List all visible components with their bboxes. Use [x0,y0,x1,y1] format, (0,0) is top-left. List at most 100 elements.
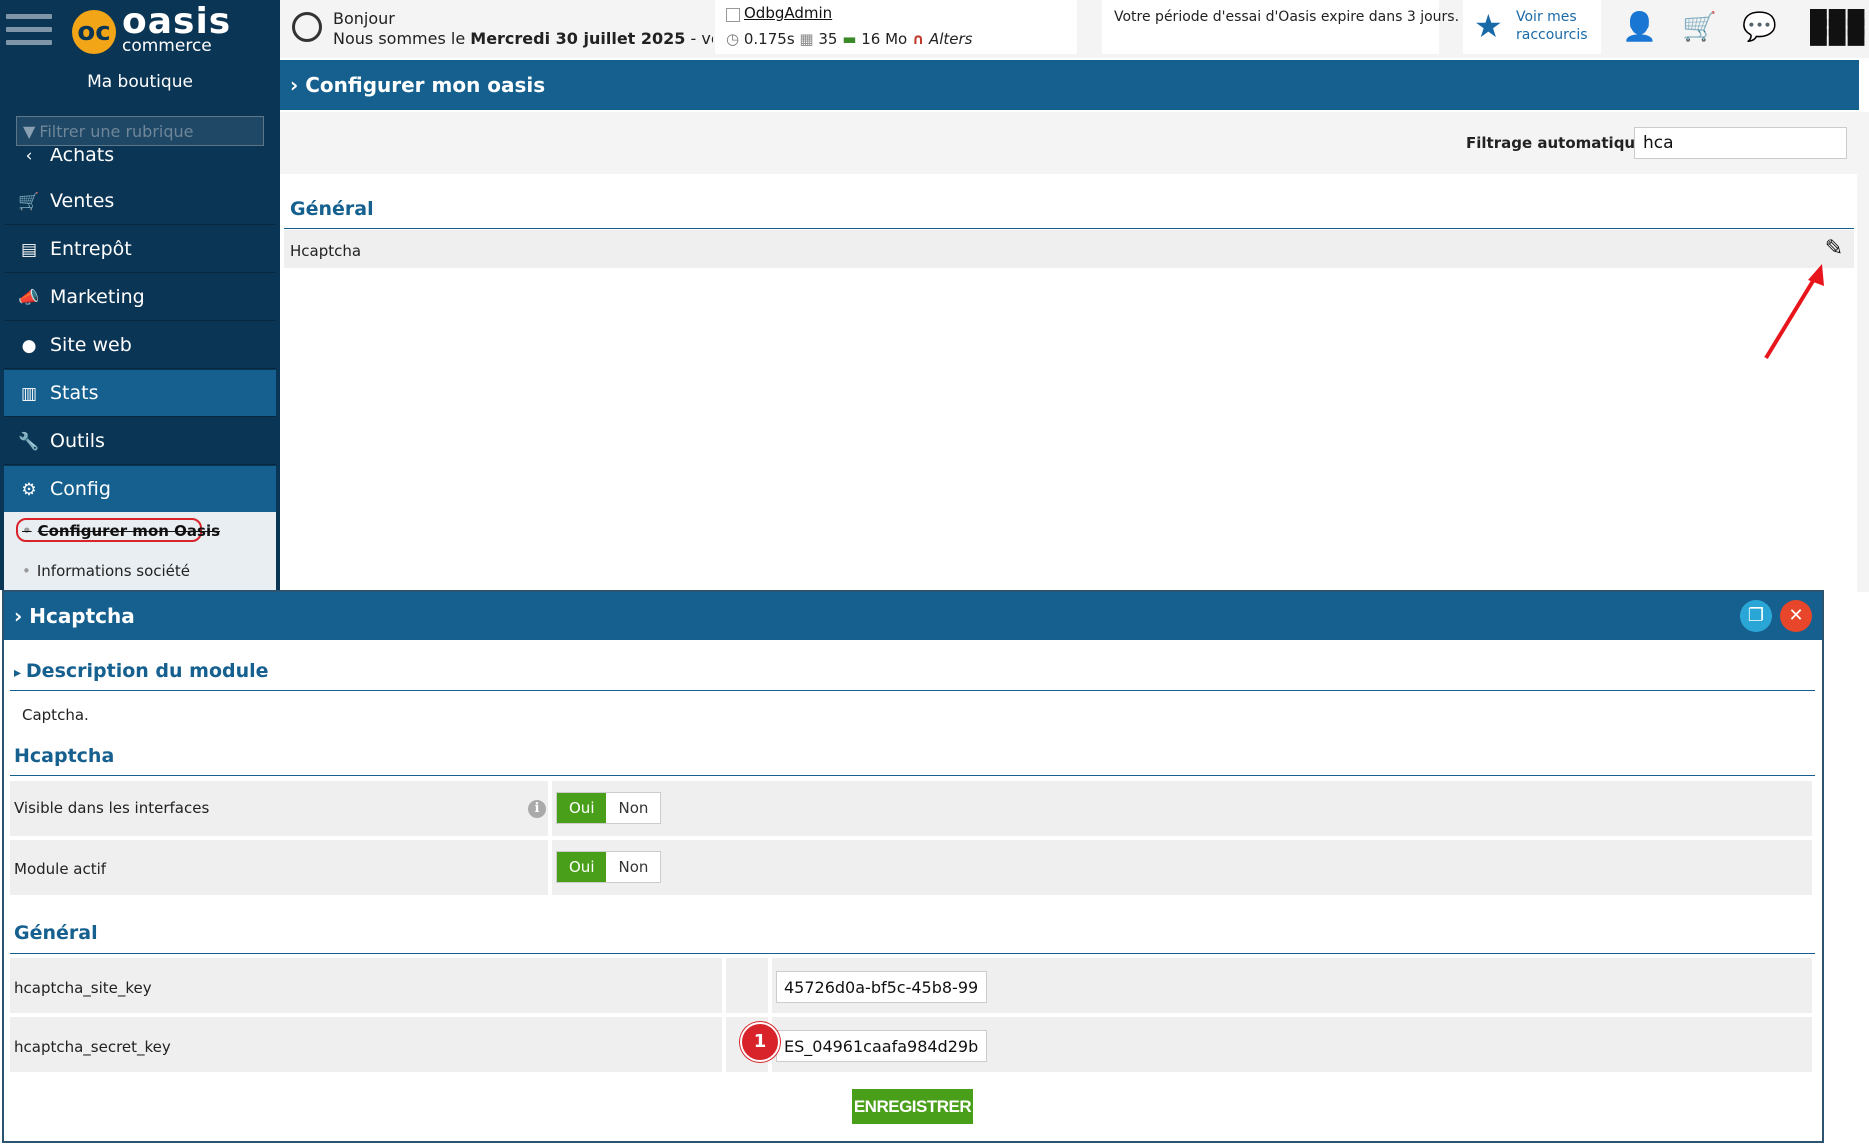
duplicate-window-icon[interactable]: ❐ [1740,600,1772,632]
debug-queries: 35 [818,30,838,48]
submenu-label: Informations société [36,562,191,580]
sidebar-item-label: Outils [50,430,105,452]
truck-icon: ‹ [25,148,33,166]
column-separator [548,840,552,895]
caret-right-icon: ▸ [14,665,26,681]
visible-no-option[interactable]: Non [606,793,660,823]
filter-icon: ▼ [23,122,36,141]
user-icon[interactable]: 👤 [1622,12,1657,42]
active-field-row [10,840,1812,895]
info-icon[interactable]: i [528,800,546,818]
sidebar-item-label: Site web [50,334,132,356]
secret-key-label: hcaptcha_secret_key [14,1038,171,1056]
visible-field-row [10,781,1812,836]
active-field-label: Module actif [14,860,107,878]
secret-key-input[interactable] [776,1030,987,1062]
visible-field-label: Visible dans les interfaces [14,799,210,817]
shortcuts-label[interactable]: Voir mes raccourcis [1516,8,1596,44]
date-line: Nous sommes le Mercredi 30 juillet 2025 … [333,29,713,48]
debug-memory: 16 Mo [861,30,908,48]
sidebar-item-label: Stats [50,382,99,404]
description-title[interactable]: ▸ Description du module [14,660,269,682]
chat-icon[interactable]: 💬 [1742,12,1777,42]
step-badge: 1 [740,1022,780,1062]
apps-grid-icon[interactable]: ■■■ ■■■ ■■■ [1808,6,1866,48]
magnet-icon: ∩ [912,30,925,48]
sidebar-item-marketing[interactable]: 📣 Marketing [4,274,276,321]
column-separator [548,781,552,836]
active-toggle[interactable]: Oui Non [556,851,662,883]
sidebar-item-entrepot[interactable]: ▤ Entrepôt [4,226,276,273]
sidebar-item-config[interactable]: ⚙ Config [4,466,276,513]
sidebar-filter-placeholder: Filtrer une rubrique [39,122,194,141]
sidebar-item-site-web[interactable]: ● Site web [4,322,276,369]
modal-title: › Hcaptcha [4,592,1822,640]
user-avatar-icon[interactable] [292,12,322,42]
active-yes-option[interactable]: Oui [557,852,607,882]
submenu-label: Configurer mon Oasis [37,522,221,540]
trial-message: Votre période d'essai d'Oasis expire dan… [1114,9,1460,25]
submenu-informations-societe[interactable]: • Informations société [22,562,190,580]
page-title-text: Configurer mon oasis [305,73,546,97]
wrench-icon: 🔧 [18,432,40,452]
hcaptcha-row-label: Hcaptcha [290,242,362,260]
shop-name[interactable]: Ma boutique [0,72,280,92]
site-key-input[interactable] [776,971,987,1003]
section-divider [10,953,1815,954]
date-prefix: Nous sommes le [333,29,471,48]
bar-chart-icon: ▥ [20,384,38,404]
sidebar-item-label: Config [50,478,111,500]
visible-toggle[interactable]: Oui Non [556,792,662,824]
logo-subtext: commerce [122,36,212,56]
section-divider [10,775,1815,776]
chevron-right-icon: › [290,73,306,97]
description-title-text: Description du module [25,660,269,682]
active-no-option[interactable]: Non [606,852,660,882]
cart-icon[interactable]: 🛒 [1682,12,1717,42]
auto-filter-input[interactable] [1634,127,1847,159]
section-divider [10,690,1815,691]
oasis-logo-icon: oc [72,10,116,54]
visible-yes-option[interactable]: Oui [557,793,607,823]
debug-user-link[interactable]: OdbgAdmin [744,4,832,22]
column-separator [722,1017,726,1072]
megaphone-icon: 📣 [18,288,40,308]
sidebar-item-ventes[interactable]: 🛒 Ventes [4,178,276,225]
sidebar-item-label: Marketing [50,286,145,308]
version-text: - version [690,29,713,48]
annotation-arrow [1764,264,1824,360]
logo-text: oasis [122,1,232,42]
hcaptcha-row[interactable] [284,230,1854,268]
sidebar-filter-input[interactable]: ▼ Filtrer une rubrique [16,116,264,146]
sidebar-item-label: Entrepôt [50,238,132,260]
sidebar-item-label: Ventes [50,190,115,212]
save-button[interactable]: ENREGISTRER [852,1089,973,1124]
section-general-title: Général [290,198,374,220]
globe-icon: ● [21,336,37,356]
sidebar-item-stats[interactable]: ▥ Stats [4,370,276,417]
sidebar-item-achats[interactable]: ‹ Achats [4,148,276,178]
debug-alters[interactable]: Alters [929,30,973,48]
sidebar-item-outils[interactable]: 🔧 Outils [4,418,276,465]
submenu-configurer-mon-oasis[interactable]: • Configurer mon Oasis [22,522,220,540]
column-separator [722,958,726,1013]
debug-stats: ◷ 0.175s ▦ 35 ▬ 16 Mo ∩ Alters [726,30,973,48]
cart-icon: 🛒 [18,192,40,212]
site-key-label: hcaptcha_site_key [14,979,152,997]
modal-title-text: Hcaptcha [29,604,135,628]
section-hcaptcha-title: Hcaptcha [14,745,115,767]
current-date: Mercredi 30 juillet 2025 [470,29,686,48]
clock-icon: ◷ [726,30,740,48]
star-icon: ★ [1474,7,1503,45]
debug-checkbox[interactable] [726,8,740,22]
sidebar-item-label: Achats [50,148,115,166]
auto-filter-label: Filtrage automatique : [1466,134,1657,152]
scrollbar-track[interactable] [1857,112,1869,592]
section-divider [284,228,1854,229]
edit-icon[interactable]: ✎ [1820,236,1848,262]
hamburger-menu-icon[interactable] [6,14,52,46]
greeting: Bonjour [333,9,395,28]
debug-time: 0.175s [743,30,795,48]
close-icon[interactable]: ✕ [1780,600,1812,632]
database-icon: ▦ [799,30,814,48]
